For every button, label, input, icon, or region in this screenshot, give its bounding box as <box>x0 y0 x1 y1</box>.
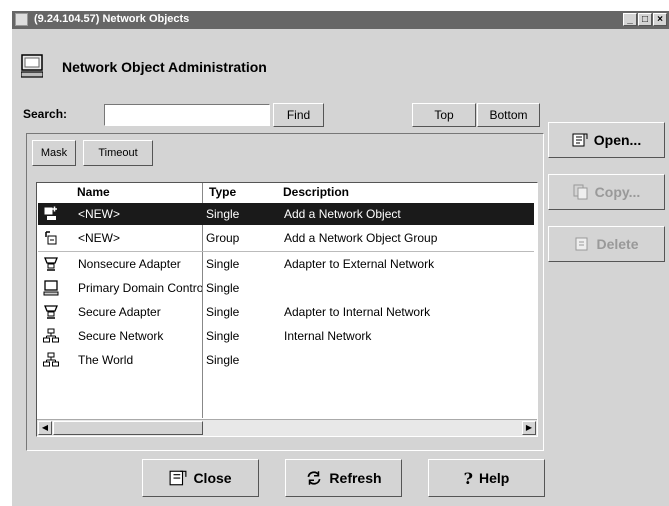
network-objects-window: (9.24.104.57) Network Objects _ □ × Netw… <box>11 10 669 506</box>
open-button[interactable]: Open... <box>548 122 665 158</box>
network-icon <box>43 328 59 343</box>
minimize-button[interactable]: _ <box>623 13 637 26</box>
delete-button[interactable]: Delete <box>548 226 665 262</box>
copy-icon <box>573 184 588 200</box>
title-bar[interactable]: (9.24.104.57) Network Objects _ □ × <box>12 11 669 29</box>
table-row[interactable]: Primary Domain Controller Single <box>38 277 534 299</box>
close-window-button[interactable]: × <box>653 13 667 26</box>
refresh-icon <box>307 471 321 485</box>
page-title: Network Object Administration <box>62 59 267 75</box>
mask-button[interactable]: Mask <box>32 140 76 166</box>
table-row[interactable]: Secure Network Single Internal Network <box>38 325 534 347</box>
new-group-icon <box>45 231 57 245</box>
window-title: (9.24.104.57) Network Objects <box>34 13 190 25</box>
row-description: Internal Network <box>284 329 372 343</box>
network-objects-list[interactable]: Name Type Description <NEW> Single Add a… <box>36 182 538 437</box>
row-name: Secure Adapter <box>78 305 161 319</box>
row-type: Single <box>206 353 240 367</box>
close-label: Close <box>193 470 232 486</box>
help-button[interactable]: ? Help <box>428 459 545 497</box>
table-row[interactable]: Secure Adapter Single Adapter to Interna… <box>38 301 534 323</box>
column-header-description[interactable]: Description <box>283 185 349 199</box>
refresh-label: Refresh <box>329 470 382 486</box>
help-label: Help <box>479 470 510 486</box>
row-name: <NEW> <box>78 231 121 245</box>
copy-label: Copy... <box>594 184 641 200</box>
row-type: Single <box>206 207 240 221</box>
maximize-button[interactable]: □ <box>638 13 652 26</box>
open-icon <box>572 133 588 147</box>
scroll-thumb[interactable] <box>53 421 203 435</box>
timeout-button[interactable]: Timeout <box>83 140 153 166</box>
horizontal-scrollbar[interactable]: ◀ ▶ <box>37 419 537 436</box>
table-row[interactable]: Nonsecure Adapter Single Adapter to Exte… <box>38 253 534 275</box>
new-object-icon <box>44 206 57 220</box>
row-type: Single <box>206 329 240 343</box>
row-name: Nonsecure Adapter <box>78 257 181 271</box>
column-header-name[interactable]: Name <box>77 185 110 199</box>
delete-label: Delete <box>596 236 639 252</box>
close-icon <box>170 470 187 486</box>
table-row[interactable]: <NEW> Group Add a Network Object Group <box>38 227 534 249</box>
row-name: The World <box>78 353 134 367</box>
open-label: Open... <box>593 132 642 148</box>
refresh-button[interactable]: Refresh <box>285 459 402 497</box>
row-description: Adapter to External Network <box>284 257 435 271</box>
help-icon: ? <box>463 468 474 488</box>
find-button[interactable]: Find <box>273 103 324 127</box>
row-type: Single <box>206 305 240 319</box>
adapter-icon <box>44 257 58 271</box>
row-description: Add a Network Object Group <box>284 231 438 245</box>
network-icon <box>43 352 59 367</box>
window-icon[interactable] <box>15 13 28 26</box>
column-header-type[interactable]: Type <box>209 185 236 199</box>
row-type: Single <box>206 257 240 271</box>
bottom-button[interactable]: Bottom <box>477 103 540 127</box>
row-name: <NEW> <box>78 207 121 221</box>
search-input[interactable] <box>104 104 270 126</box>
row-name: Secure Network <box>78 329 164 343</box>
copy-button[interactable]: Copy... <box>548 174 665 210</box>
top-button[interactable]: Top <box>412 103 476 127</box>
adapter-icon <box>44 305 58 319</box>
delete-icon <box>575 237 588 251</box>
row-separator <box>38 251 534 252</box>
row-type: Group <box>206 231 240 245</box>
row-description: Add a Network Object <box>284 207 401 221</box>
computer-icon <box>43 280 59 296</box>
computer-icon <box>21 54 43 78</box>
table-row[interactable]: <NEW> Single Add a Network Object <box>38 203 534 225</box>
row-type: Single <box>206 281 240 295</box>
scroll-left-icon[interactable]: ◀ <box>38 421 52 435</box>
scroll-right-icon[interactable]: ▶ <box>522 421 536 435</box>
row-description: Adapter to Internal Network <box>284 305 431 319</box>
table-row[interactable]: The World Single <box>38 349 534 371</box>
search-label: Search: <box>23 107 68 121</box>
row-name: Primary Domain Controller <box>78 281 202 295</box>
close-button[interactable]: Close <box>142 459 259 497</box>
